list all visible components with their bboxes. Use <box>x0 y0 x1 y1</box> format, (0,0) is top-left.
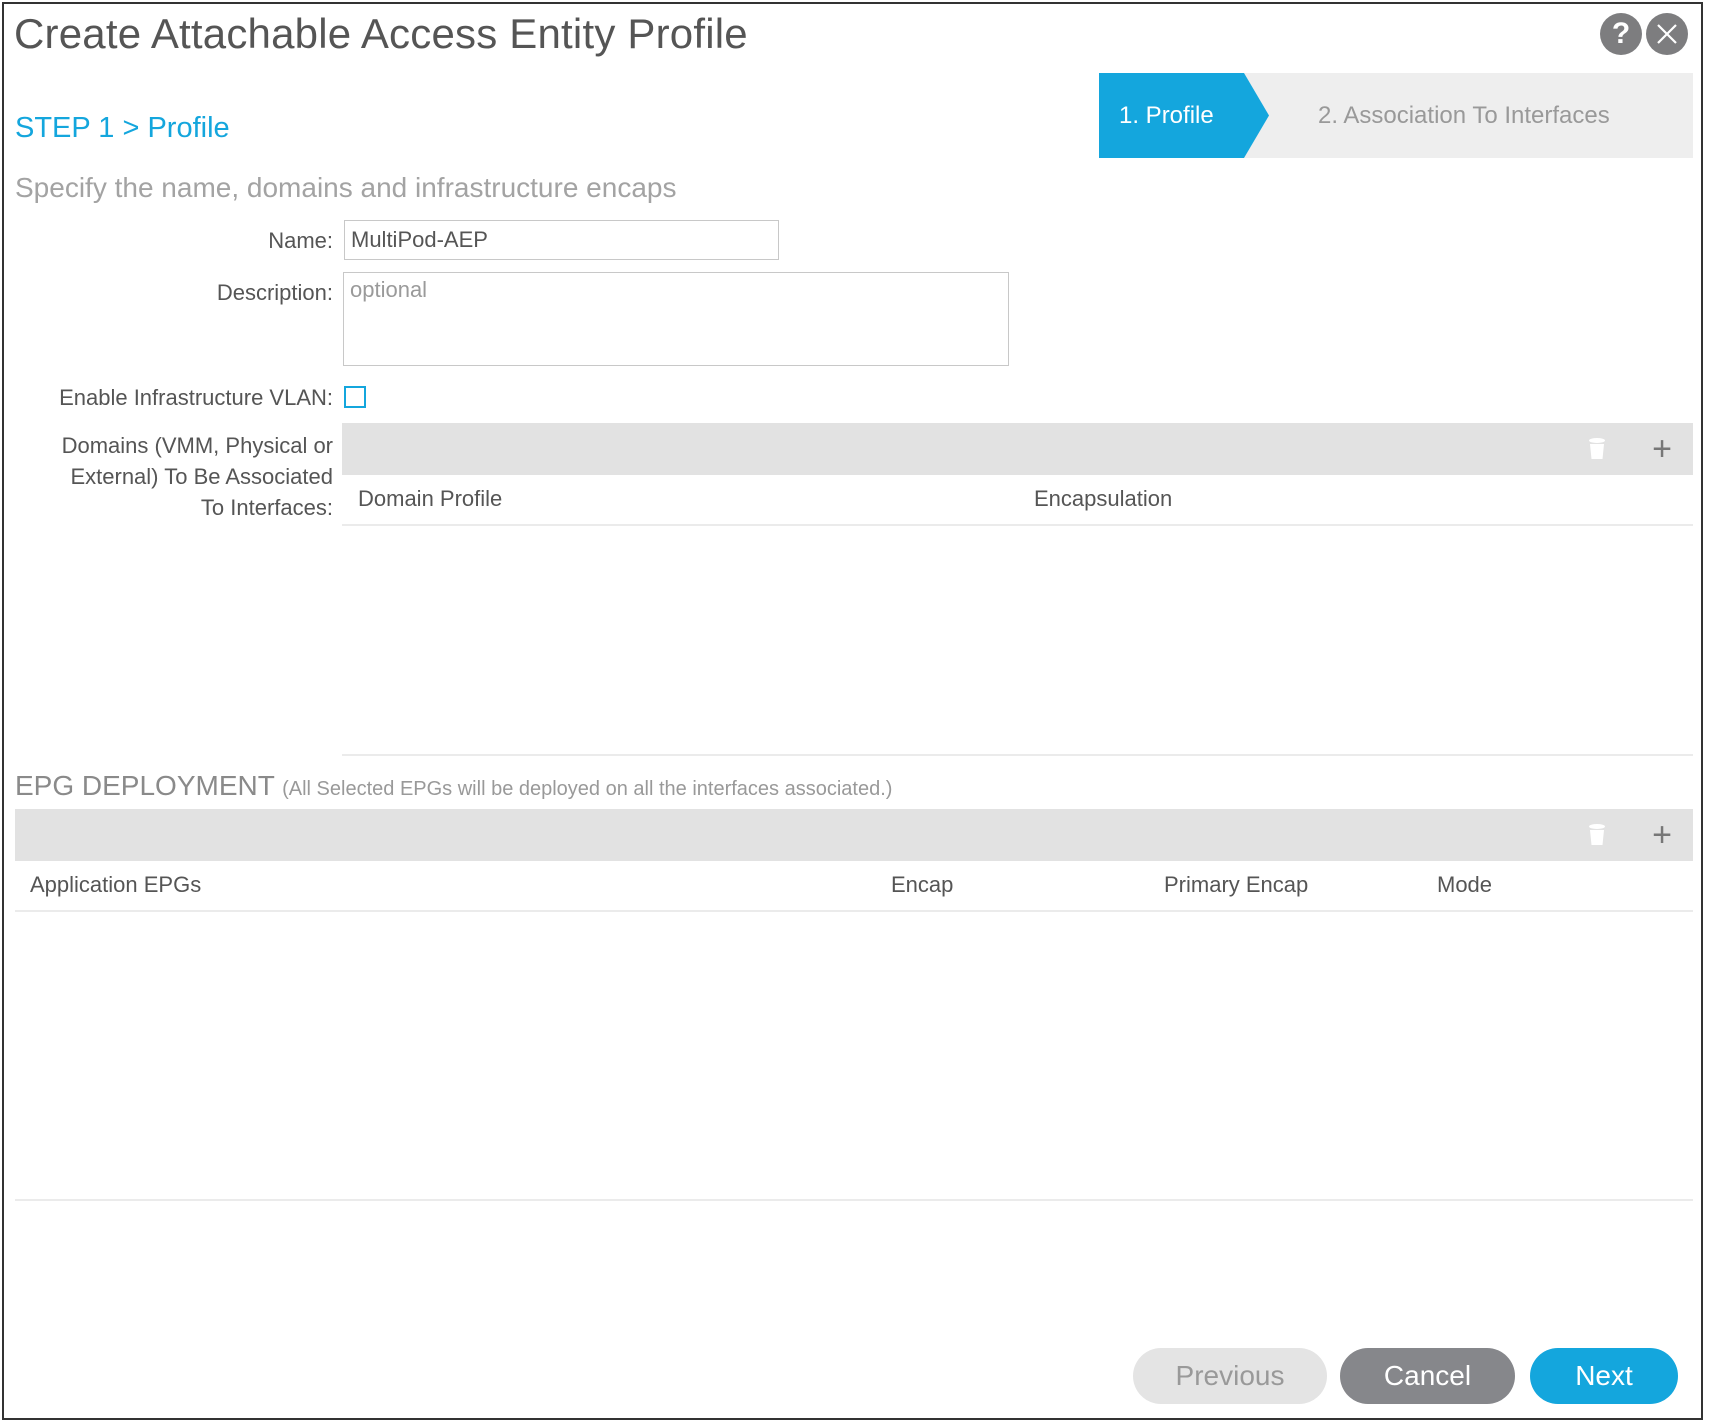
infra-vlan-checkbox[interactable] <box>344 386 366 408</box>
column-header-application-epgs[interactable]: Application EPGs <box>30 872 201 898</box>
domains-delete-button[interactable] <box>1582 423 1612 475</box>
cancel-button[interactable]: Cancel <box>1340 1348 1515 1404</box>
table-header-divider <box>342 524 1693 526</box>
close-circle-icon <box>1657 24 1677 44</box>
wizard-step-profile[interactable]: 1. Profile <box>1099 73 1269 158</box>
previous-button[interactable]: Previous <box>1133 1348 1327 1404</box>
description-textarea[interactable] <box>343 272 1009 366</box>
trash-icon <box>1589 438 1605 459</box>
epg-delete-button[interactable] <box>1582 809 1612 861</box>
domains-label-line: To Interfaces: <box>200 495 333 520</box>
epg-add-button[interactable]: + <box>1642 809 1682 861</box>
column-header-encap[interactable]: Encap <box>891 872 953 898</box>
column-header-primary-encap[interactable]: Primary Encap <box>1164 872 1308 898</box>
step-subtitle: Specify the name, domains and infrastruc… <box>15 172 677 203</box>
domains-label-line: Domains (VMM, Physical or <box>61 433 333 458</box>
column-header-mode[interactable]: Mode <box>1437 872 1492 898</box>
step-heading: STEP 1 > Profile <box>15 112 230 144</box>
epg-deployment-heading: EPG DEPLOYMENT (All Selected EPGs will b… <box>15 770 892 802</box>
domains-add-button[interactable]: + <box>1642 423 1682 475</box>
help-button[interactable]: ? <box>1600 13 1642 55</box>
table-bottom-divider <box>15 1199 1693 1201</box>
wizard-step-association[interactable]: 2. Association To Interfaces <box>1318 73 1610 158</box>
table-header-divider <box>15 910 1693 912</box>
dialog-title: Create Attachable Access Entity Profile <box>14 10 748 57</box>
question-circle-icon: ? <box>1611 17 1631 50</box>
wizard-steps: 1. Profile 2. Association To Interfaces <box>1099 73 1693 158</box>
plus-icon: + <box>1652 815 1672 854</box>
epg-deployment-title: EPG DEPLOYMENT <box>15 770 275 801</box>
table-bottom-divider <box>342 754 1693 756</box>
description-label: Description: <box>216 280 333 305</box>
plus-icon: + <box>1652 429 1672 468</box>
domains-label-line: External) To Be Associated <box>70 464 333 489</box>
epg-toolbar: + <box>15 809 1693 861</box>
domains-toolbar: + <box>342 423 1693 475</box>
dialog <box>2 2 1703 1420</box>
column-header-domain-profile[interactable]: Domain Profile <box>358 486 502 512</box>
domains-label: Domains (VMM, Physical or External) To B… <box>62 430 333 523</box>
infra-vlan-label: Enable Infrastructure VLAN: <box>59 385 333 410</box>
next-button[interactable]: Next <box>1530 1348 1678 1404</box>
name-label: Name: <box>268 228 333 253</box>
close-button[interactable] <box>1646 13 1688 55</box>
name-input[interactable] <box>344 220 779 260</box>
trash-icon <box>1589 824 1605 845</box>
column-header-encapsulation[interactable]: Encapsulation <box>1034 486 1172 512</box>
epg-deployment-note: (All Selected EPGs will be deployed on a… <box>282 778 893 800</box>
